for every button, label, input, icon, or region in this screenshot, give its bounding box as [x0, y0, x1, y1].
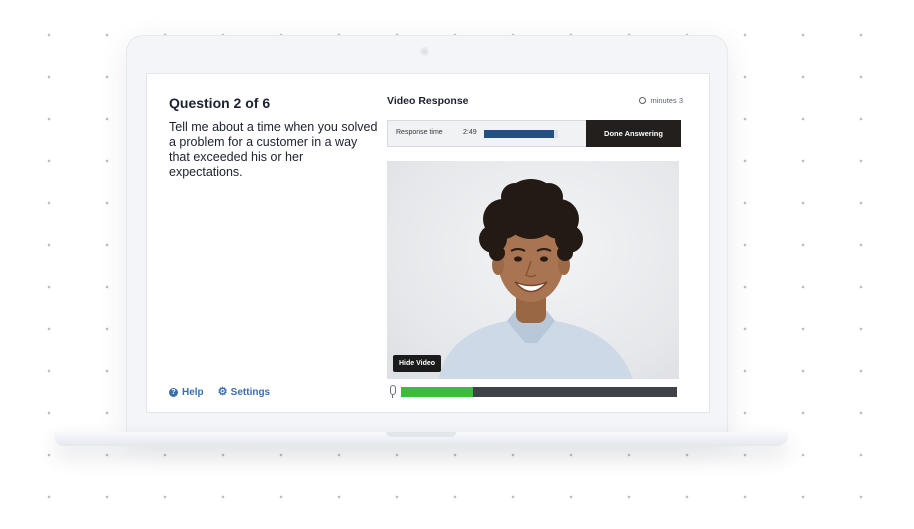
hide-video-button[interactable]: Hide Video [393, 355, 442, 372]
clock-icon [639, 97, 647, 104]
response-time-bar: Response time 2:49 Done Answering [387, 120, 681, 147]
help-icon: ? [169, 388, 178, 397]
done-answering-button[interactable]: Done Answering [586, 120, 681, 147]
video-preview: Hide Video [387, 161, 679, 379]
interview-screen: Question 2 of 6 Tell me about a time whe… [146, 73, 710, 413]
settings-label: Settings [230, 387, 271, 398]
footer-links: ? Help ⚙ Settings [169, 387, 270, 398]
response-time-progress [484, 130, 558, 138]
gear-icon: ⚙ [217, 386, 228, 398]
webcam-dot [420, 47, 429, 56]
time-limit-text: minutes 3 [650, 96, 683, 105]
laptop-base-notch [386, 432, 456, 437]
laptop-base [54, 432, 788, 446]
question-text: Tell me about a time when you solved a p… [169, 120, 378, 179]
response-time-label: Response time [396, 129, 443, 136]
audio-level-meter [401, 387, 677, 397]
help-link[interactable]: ? Help [169, 387, 204, 398]
laptop-screen-frame: Question 2 of 6 Tell me about a time whe… [127, 36, 727, 436]
response-time-progress-fill [484, 130, 554, 138]
audio-level-fill [401, 387, 473, 397]
video-response-title: Video Response [387, 95, 469, 107]
candidate-video-image [439, 179, 633, 379]
question-title: Question 2 of 6 [169, 95, 271, 111]
time-limit: minutes 3 [639, 96, 683, 105]
microphone-icon [390, 385, 396, 398]
response-time-value: 2:49 [463, 129, 477, 136]
help-label: Help [182, 387, 204, 398]
settings-link[interactable]: ⚙ Settings [217, 386, 271, 399]
